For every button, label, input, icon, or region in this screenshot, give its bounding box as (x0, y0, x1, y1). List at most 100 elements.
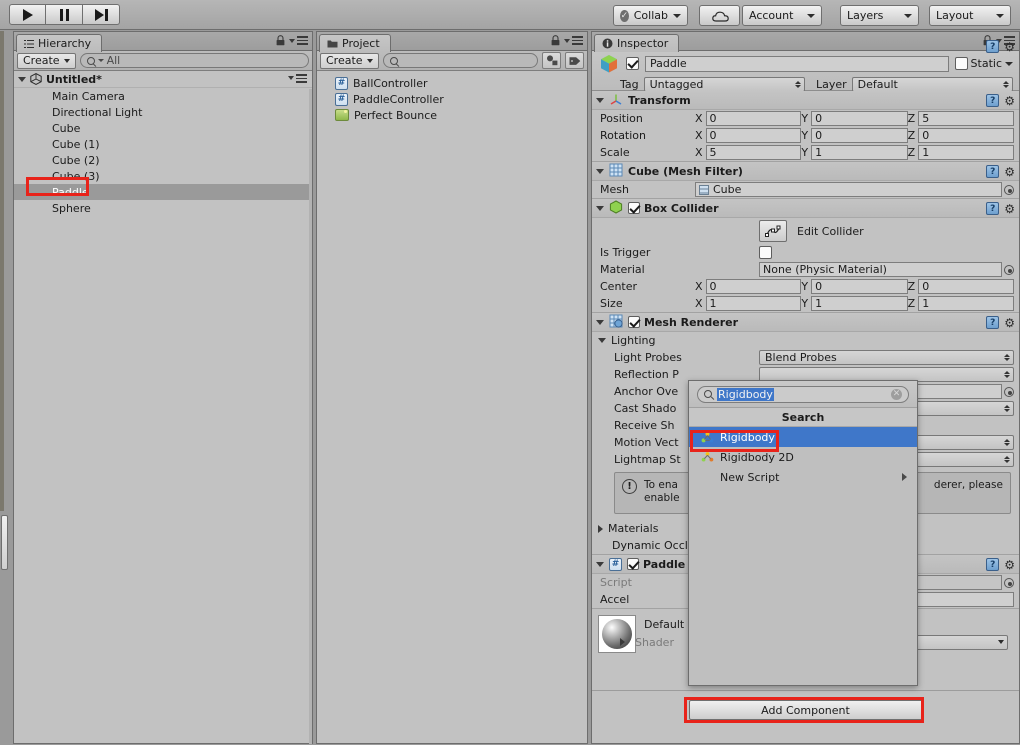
project-item-paddlecontroller[interactable]: # PaddleController (317, 91, 587, 107)
help-icon[interactable]: ? (986, 165, 1000, 178)
hierarchy-item-main-camera[interactable]: Main Camera (14, 88, 312, 104)
popup-item-rigidbody[interactable]: Rigidbody (689, 427, 917, 447)
box-collider-header[interactable]: Box Collider ? ⚙ (592, 199, 1019, 218)
scale-x-input[interactable]: 5 (705, 145, 802, 160)
project-item-perfect-bounce[interactable]: Perfect Bounce (317, 107, 587, 123)
left-scroll-thumb[interactable] (1, 515, 8, 570)
project-search-input[interactable] (382, 53, 538, 68)
static-dropdown-icon[interactable] (1005, 61, 1013, 66)
tab-project[interactable]: Project (319, 34, 391, 52)
transform-header[interactable]: Transform ? ⚙ (592, 91, 1019, 110)
position-y-input[interactable]: 0 (811, 111, 908, 126)
mesh-renderer-enabled-checkbox[interactable] (628, 316, 640, 328)
help-icon[interactable]: ? (986, 40, 1000, 53)
account-button[interactable]: Account (742, 5, 822, 26)
tab-hierarchy[interactable]: Hierarchy (16, 34, 103, 52)
help-icon[interactable]: ? (986, 316, 1000, 329)
popup-item-new-script[interactable]: New Script (689, 467, 917, 487)
scale-z-input[interactable]: 1 (918, 145, 1014, 160)
popup-search-input[interactable]: Rigidbody ✕ (697, 385, 909, 403)
project-item-ballcontroller[interactable]: # BallController (317, 75, 587, 91)
hierarchy-item-paddle[interactable]: Paddle (14, 184, 312, 200)
center-y-input[interactable]: 0 (811, 279, 908, 294)
layer-dropdown[interactable]: Default (851, 76, 1013, 92)
chevron-right-icon[interactable] (598, 524, 603, 533)
static-checkbox[interactable] (954, 57, 968, 70)
help-icon[interactable]: ? (986, 558, 1000, 571)
box-collider-enabled-checkbox[interactable] (628, 202, 640, 214)
lock-icon[interactable] (551, 35, 560, 46)
chevron-down-icon[interactable] (596, 168, 604, 174)
hierarchy-menu-icon[interactable] (289, 36, 308, 45)
project-filter-type-button[interactable] (542, 52, 561, 69)
step-button[interactable] (83, 4, 120, 25)
tab-inspector[interactable]: Inspector (594, 34, 680, 52)
clear-search-icon[interactable]: ✕ (891, 388, 902, 400)
hierarchy-scrollbar[interactable] (309, 89, 312, 744)
rotation-x-input[interactable]: 0 (705, 128, 802, 143)
hierarchy-item-cube-1[interactable]: Cube (1) (14, 136, 312, 152)
anchor-override-picker-icon[interactable] (1004, 386, 1014, 397)
paddle-script-enabled-checkbox[interactable] (627, 558, 639, 570)
cloud-button[interactable] (699, 5, 740, 26)
edit-collider-button[interactable] (759, 220, 787, 242)
position-x-input[interactable]: 0 (705, 111, 802, 126)
gear-icon[interactable]: ⚙ (1004, 95, 1015, 107)
popup-item-rigidbody-2d[interactable]: Rigidbody 2D (689, 447, 917, 467)
chevron-down-icon[interactable] (596, 561, 604, 567)
gear-icon[interactable]: ⚙ (1004, 41, 1015, 53)
collab-button[interactable]: ✓ Collab (613, 5, 688, 26)
pause-button[interactable] (46, 4, 83, 25)
help-icon[interactable]: ? (986, 202, 1000, 215)
hierarchy-item-cube-3[interactable]: Cube (3) (14, 168, 312, 184)
scale-y-input[interactable]: 1 (811, 145, 908, 160)
object-enabled-checkbox[interactable] (626, 57, 639, 70)
rotation-y-input[interactable]: 0 (811, 128, 908, 143)
rotation-z-input[interactable]: 0 (918, 128, 1014, 143)
physic-material-picker-icon[interactable] (1004, 264, 1014, 275)
mesh-filter-header[interactable]: Cube (Mesh Filter) ? ⚙ (592, 162, 1019, 181)
hierarchy-scene-root[interactable]: Untitled* (14, 71, 312, 88)
project-filter-label-button[interactable] (565, 52, 584, 69)
hierarchy-item-cube[interactable]: Cube (14, 120, 312, 136)
layers-button[interactable]: Layers (840, 5, 919, 26)
hierarchy-item-sphere[interactable]: Sphere (14, 200, 312, 216)
hierarchy-search-input[interactable]: All (79, 53, 309, 68)
gear-icon[interactable]: ⚙ (1004, 559, 1015, 571)
mesh-object-field[interactable]: Cube (695, 182, 1002, 197)
position-z-input[interactable]: 5 (918, 111, 1014, 126)
add-component-button[interactable]: Add Component (688, 700, 923, 720)
chevron-down-icon[interactable] (596, 205, 604, 211)
light-probes-dropdown[interactable]: Blend Probes (759, 350, 1014, 365)
layout-button[interactable]: Layout (929, 5, 1011, 26)
mesh-renderer-header[interactable]: Mesh Renderer ? ⚙ (592, 313, 1019, 332)
hierarchy-item-cube-2[interactable]: Cube (2) (14, 152, 312, 168)
chevron-down-icon[interactable] (598, 338, 606, 343)
size-x-input[interactable]: 1 (705, 296, 802, 311)
gear-icon[interactable]: ⚙ (1004, 203, 1015, 215)
gear-icon[interactable]: ⚙ (1004, 317, 1015, 329)
chevron-right-icon[interactable] (620, 638, 625, 646)
center-z-input[interactable]: 0 (918, 279, 1014, 294)
gear-icon[interactable]: ⚙ (1004, 166, 1015, 178)
lock-icon[interactable] (276, 35, 285, 46)
hierarchy-create-button[interactable]: Create (17, 52, 76, 69)
help-icon[interactable]: ? (986, 94, 1000, 107)
chevron-down-icon[interactable] (18, 76, 26, 82)
chevron-down-icon[interactable] (596, 97, 604, 103)
project-menu-icon[interactable] (564, 36, 583, 45)
play-button[interactable] (9, 4, 46, 25)
is-trigger-checkbox[interactable] (759, 246, 772, 259)
size-z-input[interactable]: 1 (918, 296, 1014, 311)
object-name-input[interactable]: Paddle (645, 55, 949, 72)
mesh-picker-icon[interactable] (1004, 184, 1014, 195)
size-y-input[interactable]: 1 (811, 296, 908, 311)
chevron-down-icon[interactable] (596, 319, 604, 325)
tag-dropdown[interactable]: Untagged (643, 76, 805, 92)
lighting-foldout-row[interactable]: Lighting (592, 332, 1019, 349)
hierarchy-item-directional-light[interactable]: Directional Light (14, 104, 312, 120)
physic-material-object-field[interactable]: None (Physic Material) (759, 262, 1002, 277)
project-create-button[interactable]: Create (320, 52, 379, 69)
scene-context-menu-icon[interactable] (288, 74, 307, 83)
center-x-input[interactable]: 0 (705, 279, 802, 294)
